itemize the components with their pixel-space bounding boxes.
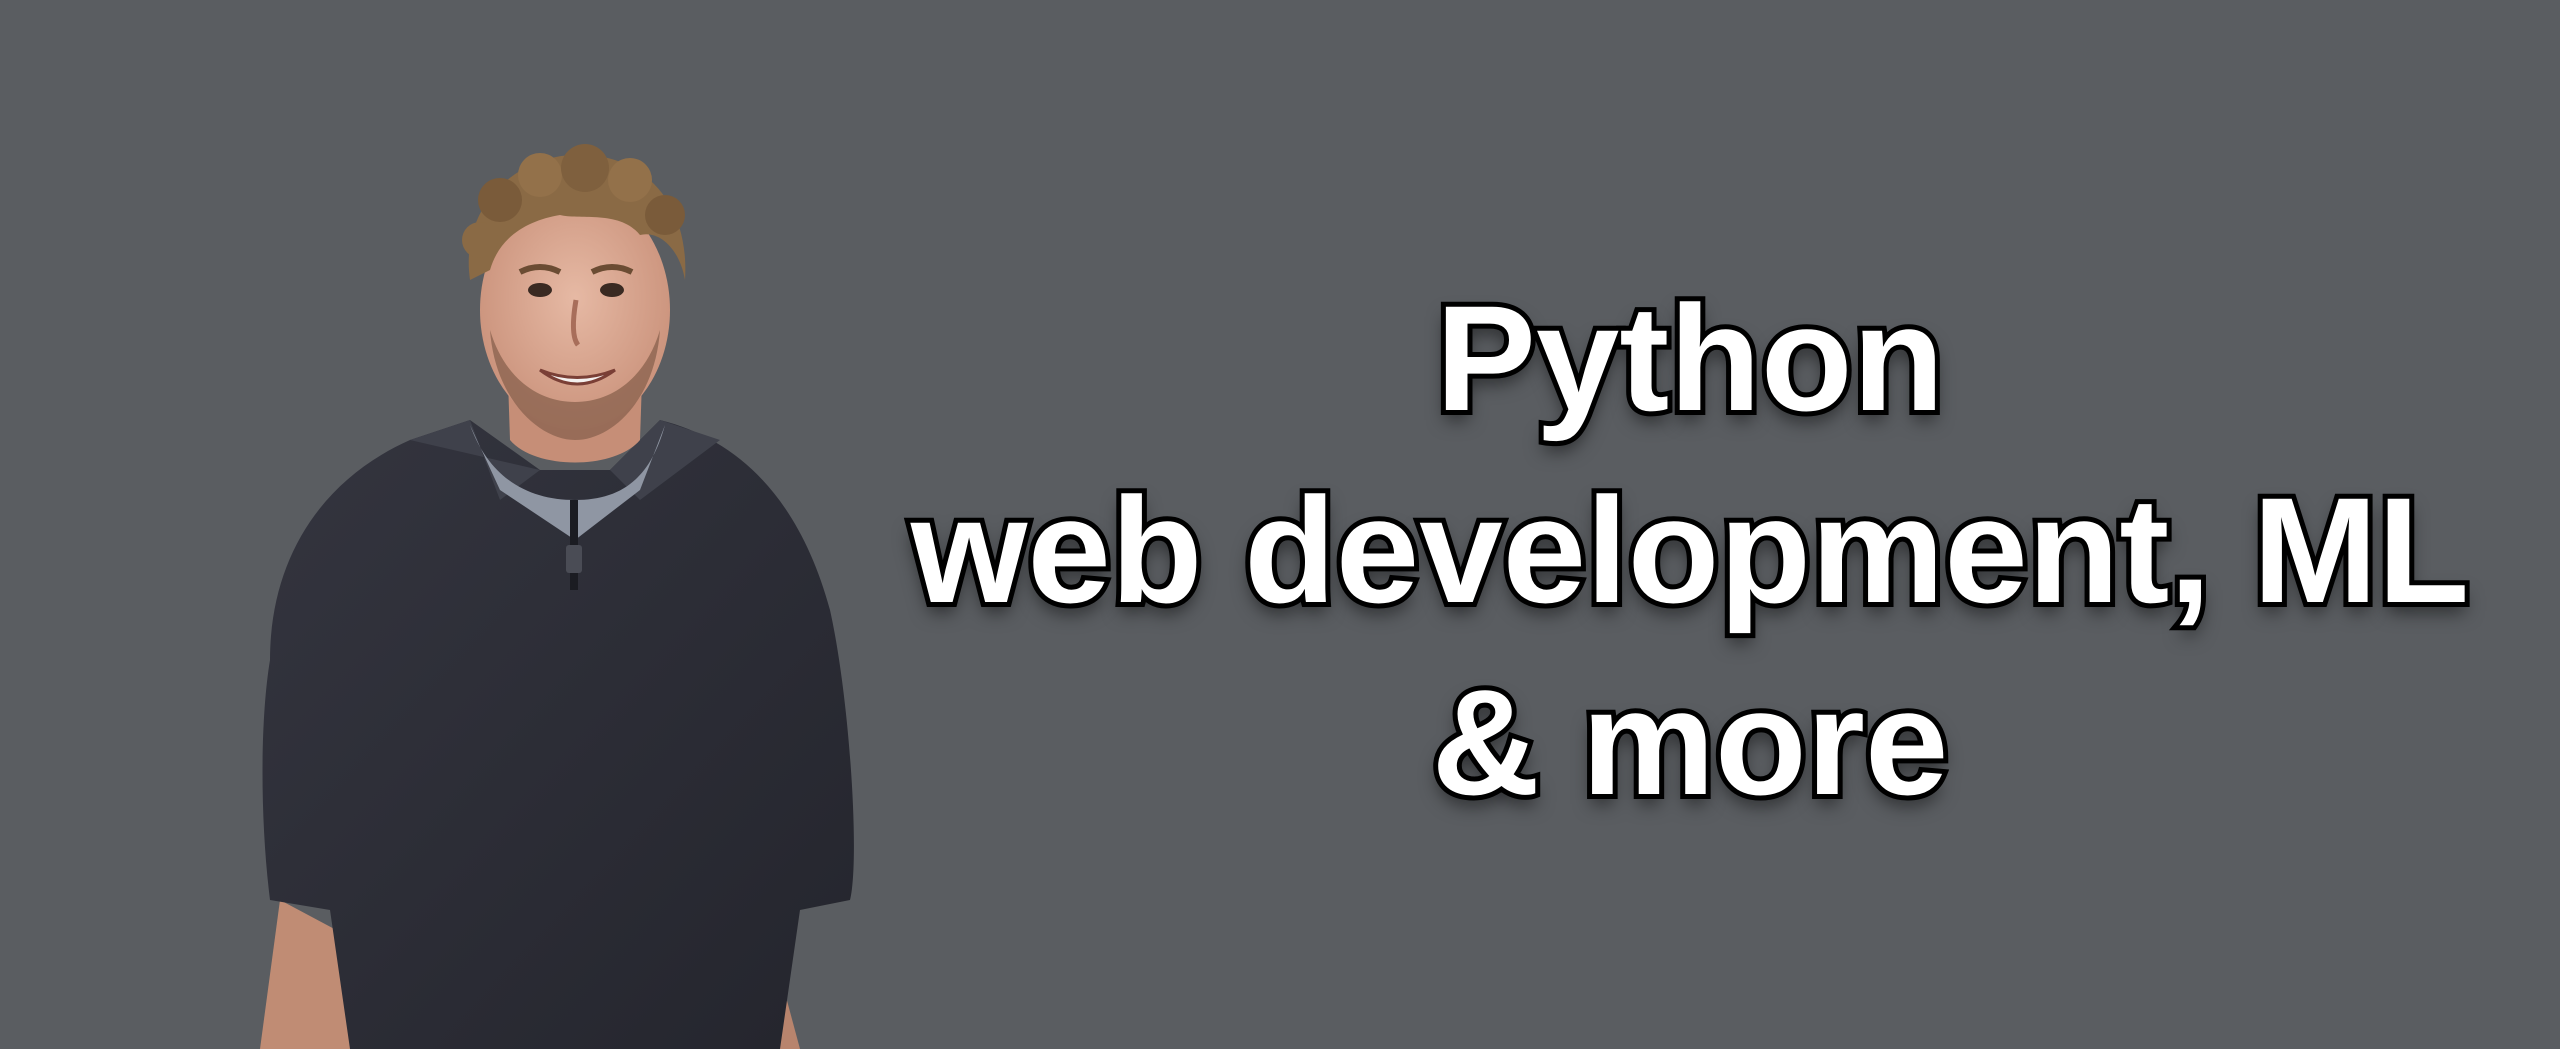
person-portrait — [240, 140, 880, 1049]
headline: Python web development, ML & more — [860, 262, 2520, 838]
headline-line-2: web development, ML — [906, 461, 2475, 639]
person-portrait-icon — [260, 144, 854, 1049]
headline-line-3: & more — [1427, 653, 1954, 831]
banner: Python web development, ML & more — [0, 0, 2560, 1049]
headline-line-1: Python — [1431, 269, 1949, 447]
